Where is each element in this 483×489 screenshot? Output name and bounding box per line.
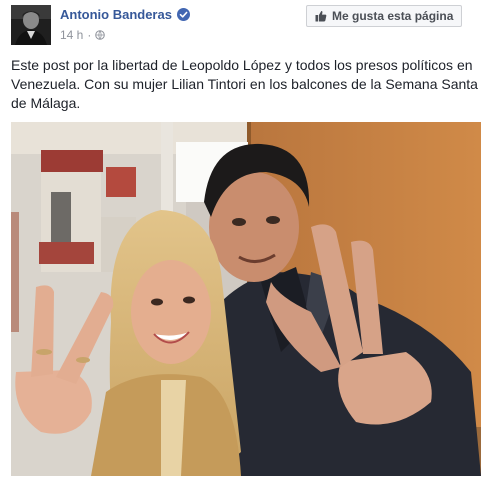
post-message: Este post por la libertad de Leopoldo Ló… <box>11 57 478 111</box>
post-photo[interactable] <box>11 122 481 476</box>
avatar[interactable] <box>11 5 51 45</box>
globe-icon[interactable] <box>95 30 106 40</box>
thumbs-up-icon <box>315 10 327 22</box>
author-name-row: Antonio Banderas <box>60 7 190 22</box>
avatar-image <box>11 5 51 45</box>
like-page-label: Me gusta esta página <box>332 9 454 23</box>
photo-image <box>11 122 481 476</box>
like-page-button[interactable]: Me gusta esta página <box>306 5 463 27</box>
post-meta: 14 h · <box>60 28 106 42</box>
meta-separator: · <box>87 28 92 42</box>
author-name[interactable]: Antonio Banderas <box>60 7 172 22</box>
facebook-post: Antonio Banderas 14 h · Me gusta esta pá… <box>0 0 483 489</box>
post-timestamp[interactable]: 14 h <box>60 28 83 42</box>
verified-badge-icon <box>176 8 190 21</box>
